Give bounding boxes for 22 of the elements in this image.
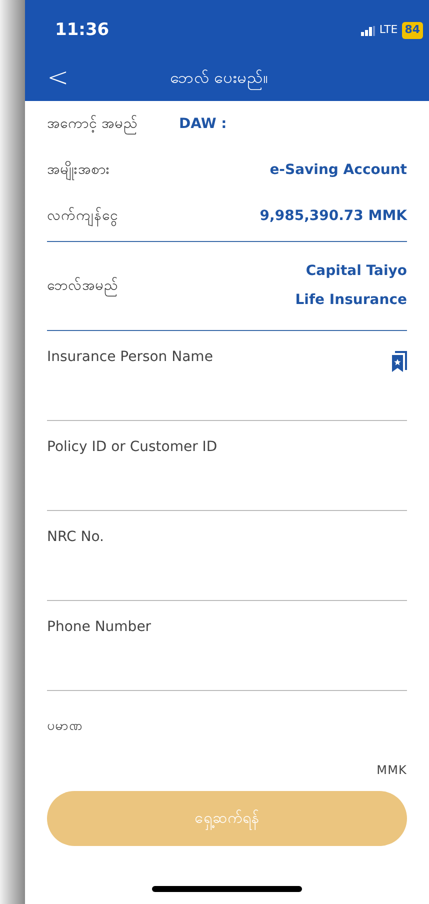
- page-title: ဘေလ် ပေးမည်။: [170, 66, 268, 90]
- info-label: လက်ကျန်ငွေ: [47, 206, 177, 226]
- biller-label: ဘေလ်အမည်: [47, 276, 118, 296]
- currency-label: MMK: [376, 762, 407, 778]
- info-value: DAW :: [178, 114, 228, 134]
- amount-label: ပမာဏ: [47, 718, 84, 736]
- info-value: 9,985,390.73 MMK: [258, 206, 407, 226]
- text-field[interactable]: Insurance Person Name: [47, 347, 391, 368]
- back-button[interactable]: <: [47, 65, 69, 91]
- bookmark-star-icon[interactable]: [391, 351, 407, 373]
- text-field[interactable]: NRC No.: [47, 527, 407, 548]
- status-time: 11:36: [55, 18, 110, 42]
- network-label: LTE: [379, 22, 398, 38]
- info-label: အမျိုးအစား: [47, 160, 177, 180]
- biller-name: Capital Taiyo: [306, 262, 407, 281]
- text-field[interactable]: Policy ID or Customer ID: [47, 437, 407, 458]
- info-label: အကောင့် အမည်: [47, 114, 177, 134]
- battery-indicator: 84: [402, 22, 423, 39]
- text-field[interactable]: Phone Number: [47, 617, 407, 638]
- info-value: e-Saving Account: [268, 160, 407, 180]
- biller-name: Life Insurance: [295, 291, 407, 310]
- signal-icon: [361, 26, 376, 36]
